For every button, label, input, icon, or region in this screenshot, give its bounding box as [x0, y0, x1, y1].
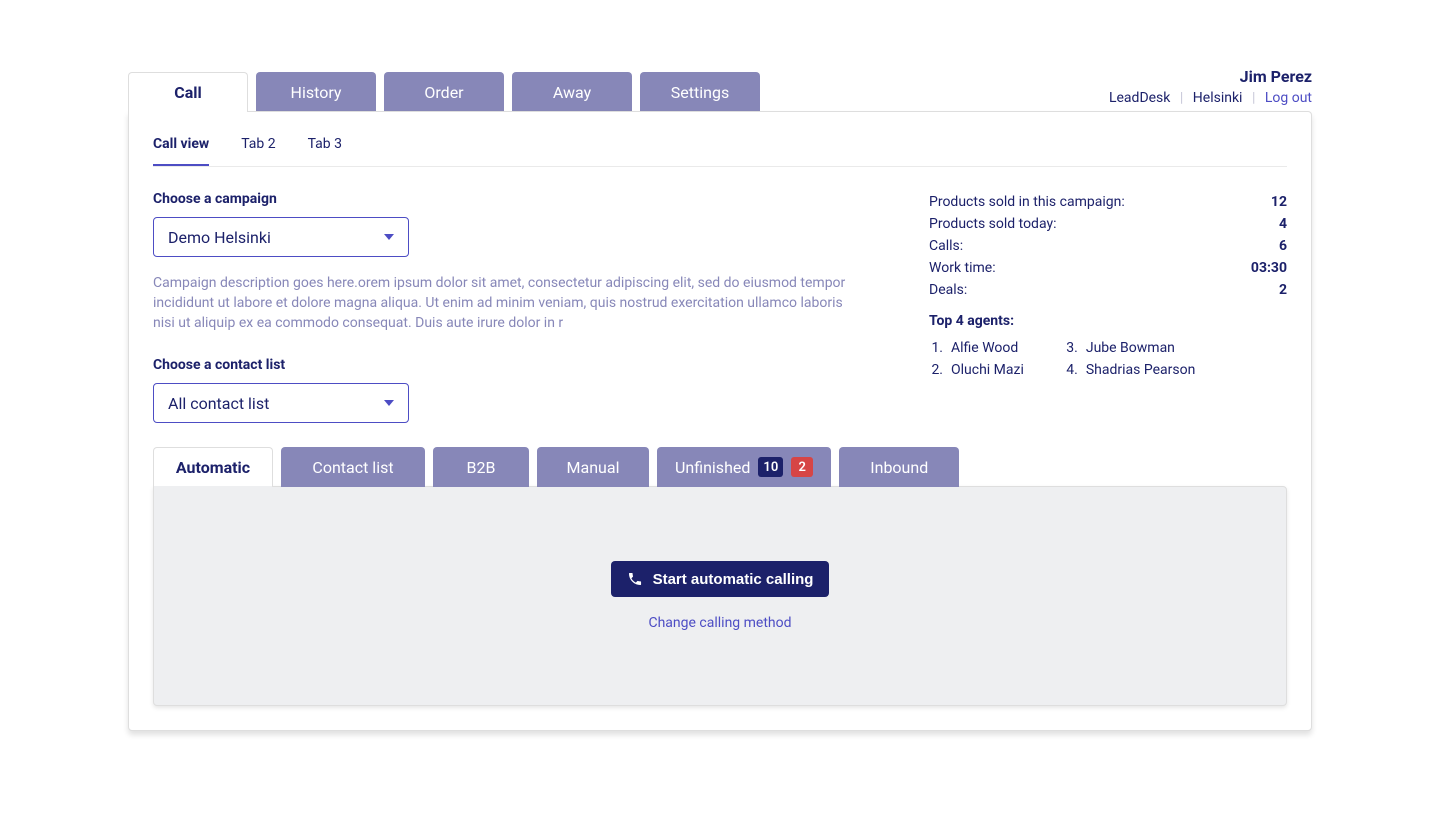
mode-tab-automatic[interactable]: Automatic [153, 447, 273, 487]
stat-label: Products sold today: [929, 216, 1056, 232]
contact-list-dropdown[interactable]: All contact list [153, 383, 409, 423]
stat-value: 4 [1279, 216, 1287, 232]
sub-tab-bar: Call view Tab 2 Tab 3 [153, 136, 1287, 167]
user-name: Jim Perez [1109, 66, 1312, 88]
agent-name: Shadrias Pearson [1086, 362, 1195, 378]
mode-tab-inbound[interactable]: Inbound [839, 447, 959, 487]
mode-tab-bar: Automatic Contact list B2B Manual Unfini… [153, 447, 1287, 487]
subtab-tab-3[interactable]: Tab 3 [308, 136, 342, 166]
stat-label: Work time: [929, 260, 996, 276]
main-panel: Call view Tab 2 Tab 3 Choose a campaign … [128, 111, 1312, 731]
stat-label: Products sold in this campaign: [929, 194, 1125, 210]
company-label: LeadDesk [1109, 90, 1170, 106]
campaign-dropdown[interactable]: Demo Helsinki [153, 217, 409, 257]
main-tab-order[interactable]: Order [384, 72, 504, 112]
agent-row: 2.Oluchi Mazi [929, 359, 1024, 381]
agent-row: 4.Shadrias Pearson [1064, 359, 1195, 381]
agent-name: Jube Bowman [1086, 340, 1175, 356]
main-tab-away[interactable]: Away [512, 72, 632, 112]
stat-value: 12 [1271, 194, 1287, 210]
main-tab-settings[interactable]: Settings [640, 72, 760, 112]
mode-tab-label: Unfinished [675, 458, 750, 477]
stat-value: 2 [1279, 282, 1287, 298]
subtab-call-view[interactable]: Call view [153, 136, 209, 166]
separator: | [1180, 90, 1183, 106]
phone-icon [627, 571, 643, 587]
main-tab-history[interactable]: History [256, 72, 376, 112]
stat-label: Calls: [929, 238, 963, 254]
choose-campaign-label: Choose a campaign [153, 191, 849, 207]
campaign-description: Campaign description goes here.orem ipsu… [153, 273, 849, 333]
agent-name: Alfie Wood [951, 340, 1018, 356]
main-tab-bar: Call History Order Away Settings [128, 72, 760, 112]
start-automatic-calling-button[interactable]: Start automatic calling [611, 561, 830, 597]
agent-name: Oluchi Mazi [951, 362, 1024, 378]
subtab-tab-2[interactable]: Tab 2 [241, 136, 275, 166]
unfinished-alert-badge: 2 [791, 457, 813, 477]
separator: | [1252, 90, 1255, 106]
main-tab-call[interactable]: Call [128, 72, 248, 112]
stats-panel: Products sold in this campaign: 12 Produc… [929, 191, 1287, 423]
logout-link[interactable]: Log out [1265, 90, 1312, 106]
user-subline: LeadDesk | Helsinki | Log out [1109, 90, 1312, 106]
top-agents-label: Top 4 agents: [929, 313, 1287, 329]
stat-value: 6 [1279, 238, 1287, 254]
location-label: Helsinki [1193, 90, 1243, 106]
stat-label: Deals: [929, 282, 967, 298]
user-block: Jim Perez LeadDesk | Helsinki | Log out [1109, 66, 1312, 106]
campaign-selected-value: Demo Helsinki [168, 228, 271, 247]
mode-tab-unfinished[interactable]: Unfinished 10 2 [657, 447, 831, 487]
unfinished-count-badge: 10 [758, 457, 783, 477]
call-action-area: Start automatic calling Change calling m… [153, 486, 1287, 706]
mode-tab-contact-list[interactable]: Contact list [281, 447, 425, 487]
chevron-down-icon [384, 234, 394, 240]
agent-row: 1.Alfie Wood [929, 337, 1024, 359]
change-calling-method-link[interactable]: Change calling method [648, 615, 791, 631]
agent-row: 3.Jube Bowman [1064, 337, 1195, 359]
start-button-label: Start automatic calling [653, 571, 814, 588]
stat-value: 03:30 [1251, 260, 1287, 276]
choose-contact-list-label: Choose a contact list [153, 357, 849, 373]
contact-list-selected-value: All contact list [168, 394, 269, 413]
chevron-down-icon [384, 400, 394, 406]
mode-tab-b2b[interactable]: B2B [433, 447, 529, 487]
mode-tab-manual[interactable]: Manual [537, 447, 649, 487]
